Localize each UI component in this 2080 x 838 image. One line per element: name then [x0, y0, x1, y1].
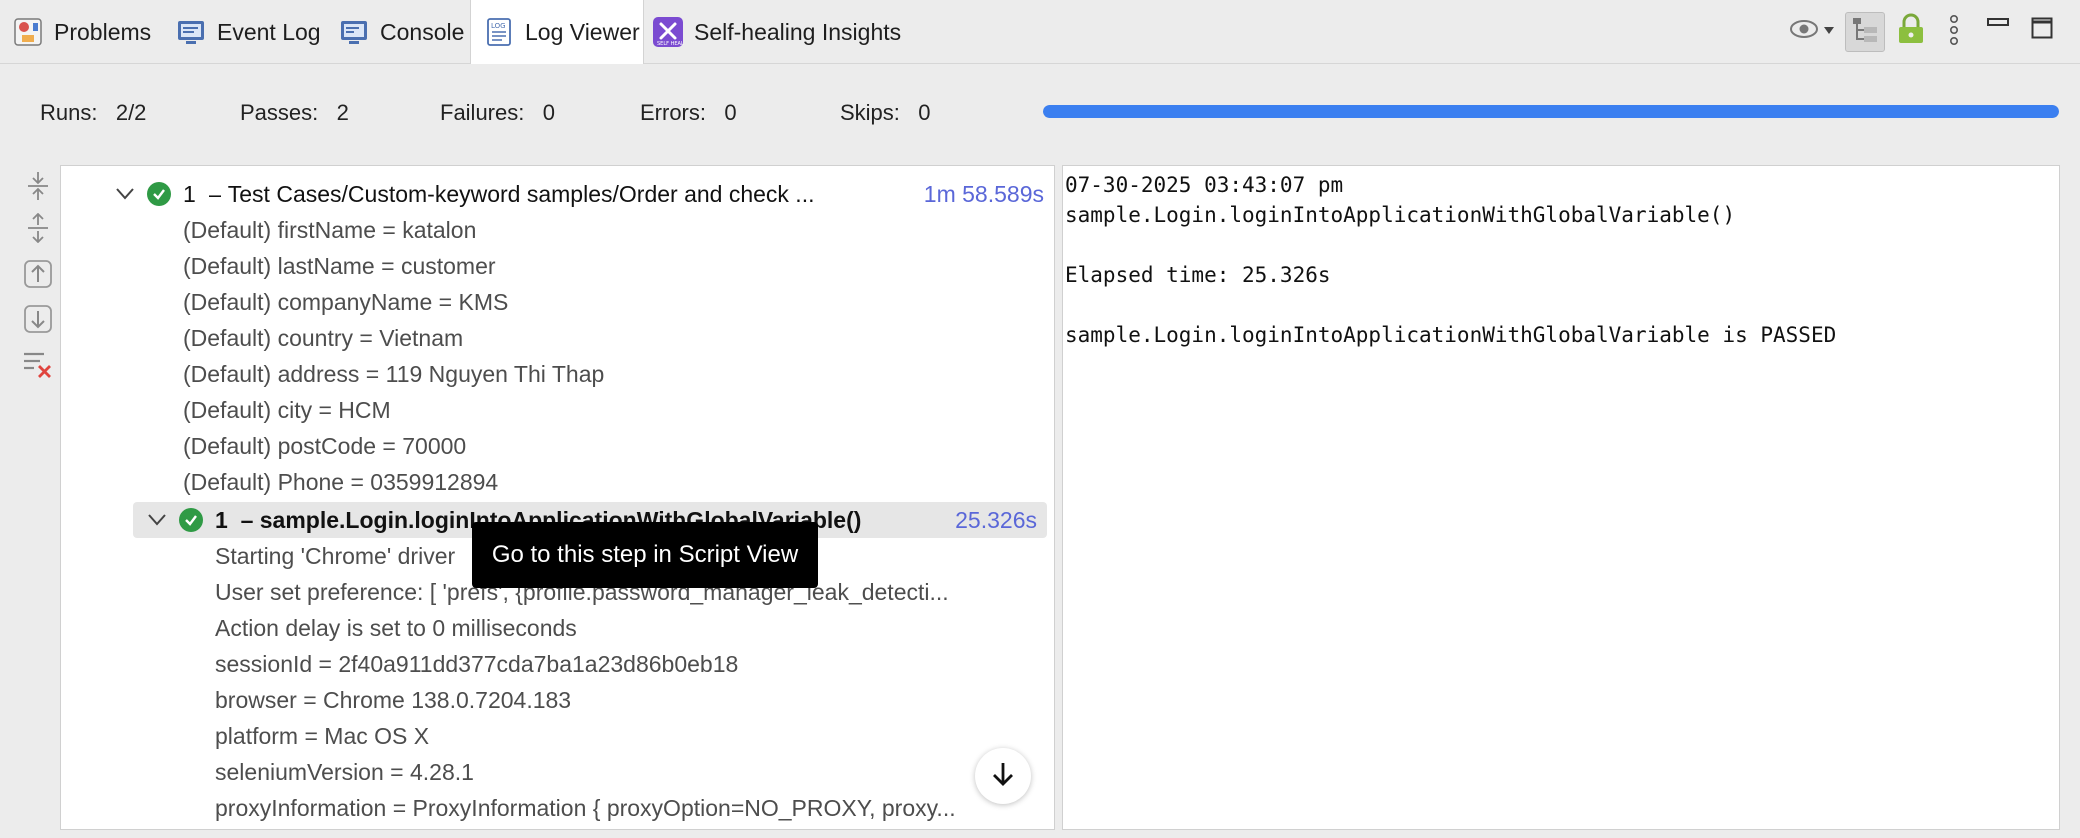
tab-label: Console — [380, 18, 465, 45]
more-icon — [1949, 14, 1959, 51]
errors-stat: Errors: 0 — [640, 100, 737, 125]
tab-self-healing-insights[interactable]: SELF HEAL Self-healing Insights — [652, 0, 901, 64]
list-item[interactable]: (Default) firstName = katalon — [61, 212, 1054, 248]
detail-blank — [1065, 290, 2059, 320]
collapse-all-icon — [26, 171, 50, 206]
test-case-index: 1 — [183, 180, 196, 207]
chevron-down-icon[interactable] — [113, 182, 137, 206]
tab-label: Self-healing Insights — [694, 18, 902, 45]
list-item[interactable]: (Default) companyName = KMS — [61, 284, 1054, 320]
console-icon — [338, 16, 370, 48]
test-case-duration: 1m 58.589s — [923, 180, 1044, 207]
previous-failure-icon — [23, 259, 53, 294]
chevron-down-icon[interactable] — [145, 508, 169, 532]
tooltip: Go to this step in Script View — [472, 522, 818, 588]
failures-stat: Failures: 0 — [440, 100, 555, 125]
detail-keyword: sample.Login.loginIntoApplicationWithGlo… — [1065, 203, 1736, 227]
detail-blank — [1065, 230, 2059, 260]
log-viewer-icon: LOG — [483, 16, 515, 48]
step-duration: 25.326s — [955, 506, 1037, 533]
previous-failure-button[interactable] — [22, 259, 54, 294]
list-item[interactable]: (Default) address = 119 Nguyen Thi Thap — [61, 356, 1054, 392]
expand-all-button[interactable] — [22, 212, 54, 248]
tab-log-viewer[interactable]: LOG Log Viewer — [470, 0, 644, 64]
failures-value: 0 — [542, 100, 555, 125]
next-failure-button[interactable] — [22, 304, 54, 339]
list-item[interactable]: browser = Chrome 138.0.7204.183 — [61, 682, 1054, 718]
list-item[interactable]: (Default) Phone = 0359912894 — [61, 464, 1054, 500]
svg-text:LOG: LOG — [491, 22, 506, 30]
test-log-tree[interactable]: 1 – Test Cases/Custom-keyword samples/Or… — [60, 165, 1055, 830]
maximize-button[interactable] — [2028, 16, 2056, 44]
list-item[interactable]: (Default) postCode = 70000 — [61, 428, 1054, 464]
passed-check-icon — [147, 182, 171, 206]
list-item[interactable]: sessionId = 2f40a911dd377cda7ba1a23d86b0… — [61, 646, 1054, 682]
tab-label: Problems — [54, 18, 152, 45]
passed-check-icon — [179, 508, 203, 532]
list-item[interactable]: (Default) country = Vietnam — [61, 320, 1054, 356]
eye-dropdown-button[interactable] — [1788, 16, 1836, 46]
tab-event-log[interactable]: Event Log — [175, 0, 321, 64]
tab-label: Event Log — [217, 18, 321, 45]
minimize-button[interactable] — [1984, 14, 2012, 34]
passes-stat: Passes: 2 — [240, 100, 349, 125]
runs-value: 2/2 — [115, 100, 147, 125]
skips-stat: Skips: 0 — [840, 100, 931, 125]
test-case-row[interactable]: 1 – Test Cases/Custom-keyword samples/Or… — [61, 176, 1054, 212]
scroll-to-bottom-button[interactable] — [975, 748, 1031, 804]
list-item[interactable]: seleniumVersion = 4.28.1 — [61, 754, 1054, 790]
list-item[interactable]: platform = Mac OS X — [61, 718, 1054, 754]
test-case-label: Test Cases/Custom-keyword samples/Order … — [227, 180, 815, 207]
run-progress-fill — [1043, 105, 2059, 118]
clear-filter-button[interactable] — [22, 350, 54, 382]
detail-elapsed-time: Elapsed time: 25.326s — [1065, 263, 1331, 287]
eye-icon — [1790, 17, 1824, 46]
passes-value: 2 — [336, 100, 349, 125]
view-menu-button[interactable] — [1944, 14, 1964, 50]
errors-value: 0 — [724, 100, 737, 125]
skips-value: 0 — [918, 100, 931, 125]
expand-all-icon — [26, 212, 50, 248]
run-progress-bar — [1043, 105, 2059, 118]
detail-status: sample.Login.loginIntoApplicationWithGlo… — [1065, 323, 1837, 347]
arrow-down-icon — [991, 761, 1015, 792]
problems-icon — [12, 16, 44, 48]
chevron-down-icon — [1824, 22, 1834, 40]
list-item[interactable]: Action delay is set to 0 milliseconds — [61, 610, 1054, 646]
tree-view-icon — [1850, 15, 1880, 50]
list-item[interactable]: (Default) lastName = customer — [61, 248, 1054, 284]
event-log-icon — [175, 16, 207, 48]
next-failure-icon — [23, 304, 53, 339]
tree-view-toggle[interactable] — [1845, 12, 1885, 52]
scroll-lock-button[interactable] — [1893, 13, 1929, 49]
svg-text:SELF HEAL: SELF HEAL — [657, 41, 684, 47]
view-tab-bar: Problems Event Log Console LOG Log Viewe… — [0, 0, 2080, 64]
maximize-icon — [2031, 17, 2053, 44]
minimize-icon — [1987, 15, 2009, 34]
tab-console[interactable]: Console — [338, 0, 464, 64]
log-detail-panel[interactable]: 07-30-2025 03:43:07 pm sample.Login.logi… — [1062, 165, 2060, 830]
tab-problems[interactable]: Problems — [12, 0, 151, 64]
runs-stat: Runs: 2/2 — [40, 100, 147, 125]
self-healing-icon: SELF HEAL — [652, 16, 684, 48]
lock-icon — [1896, 13, 1926, 50]
tab-label: Log Viewer — [525, 18, 640, 45]
detail-timestamp: 07-30-2025 03:43:07 pm — [1065, 173, 1344, 197]
clear-filter-icon — [22, 349, 54, 384]
collapse-all-button[interactable] — [22, 171, 54, 206]
list-item[interactable]: (Default) city = HCM — [61, 392, 1054, 428]
step-index: 1 — [215, 506, 228, 533]
list-item[interactable]: proxyInformation = ProxyInformation { pr… — [61, 790, 1054, 826]
